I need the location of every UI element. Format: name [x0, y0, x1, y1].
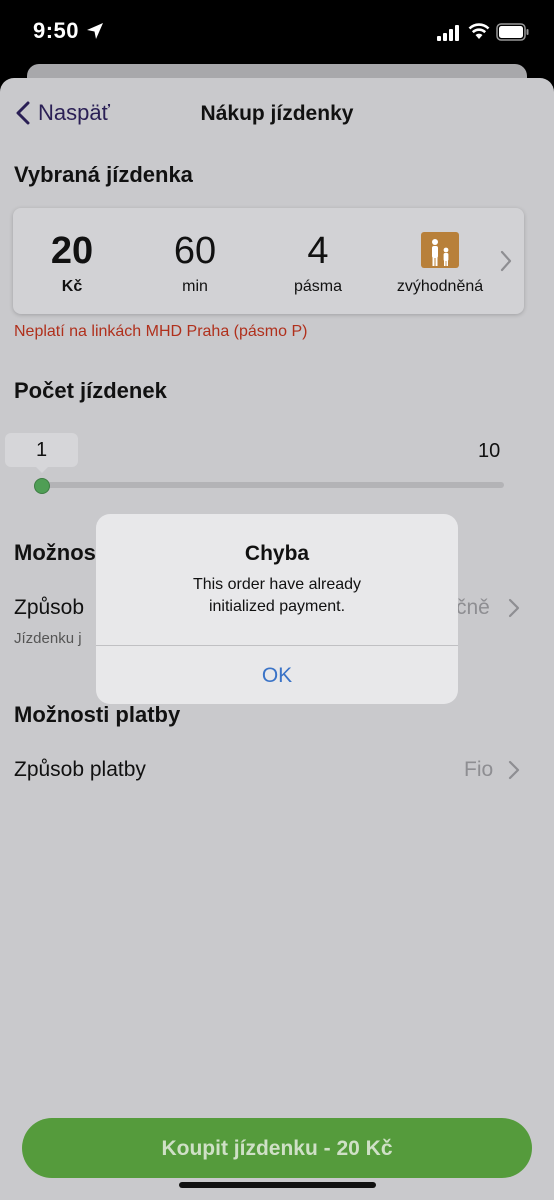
price-unit: Kč	[61, 278, 83, 295]
ticket-warning: Neplatí na linkách MHD Praha (pásmo P)	[14, 323, 308, 340]
ticket-card[interactable]: 20 Kč 60 min 4 pásma zvýhodněná	[13, 208, 524, 314]
delivery-options-heading: Možnos	[14, 540, 96, 565]
duration-column: 60 min	[140, 228, 250, 296]
selected-ticket-heading: Vybraná jízdenka	[14, 162, 193, 187]
chevron-right-icon	[500, 250, 512, 272]
alert-message-line2: initialized payment.	[208, 598, 346, 615]
price-column: 20 Kč	[17, 228, 127, 296]
status-bar: 9:50	[0, 0, 554, 66]
home-indicator	[179, 1182, 376, 1188]
buy-ticket-button[interactable]: Koupit jízdenku - 20 Kč	[22, 1118, 532, 1178]
wifi-icon	[468, 23, 490, 39]
alert-ok-button[interactable]: OK	[96, 646, 458, 704]
slider-max-label: 10	[478, 440, 501, 462]
payment-method-label[interactable]: Způsob platby	[14, 758, 146, 782]
alert-title: Chyba	[244, 542, 310, 565]
error-alert: Chyba This order have already initialize…	[96, 514, 458, 704]
price-value: 20	[50, 230, 94, 272]
duration-value: 60	[173, 230, 217, 272]
alert-message: This order have already initialized paym…	[96, 574, 458, 618]
battery-icon	[496, 23, 529, 41]
duration-unit: min	[182, 278, 208, 295]
delivery-method-subtitle: Jízdenku j	[14, 630, 82, 647]
page-title: Nákup jízdenky	[200, 102, 354, 125]
alert-message-line1: This order have already	[192, 576, 362, 593]
tariff-column: zvýhodněná	[385, 228, 495, 296]
cellular-signal-icon	[437, 25, 459, 41]
delivery-method-label[interactable]: Způsob	[14, 596, 84, 620]
chevron-right-icon	[508, 760, 520, 780]
slider-thumb[interactable]	[34, 478, 50, 494]
slider-value-bubble: 1	[5, 433, 78, 473]
status-time: 9:50	[33, 18, 80, 43]
payment-options-heading: Možnosti platby	[14, 702, 181, 727]
zones-value: 4	[307, 230, 329, 272]
ticket-count-slider[interactable]	[38, 482, 504, 488]
location-arrow-icon	[87, 23, 103, 39]
tariff-label: zvýhodněná	[396, 278, 484, 295]
chevron-right-icon	[508, 598, 520, 618]
family-icon	[421, 232, 459, 268]
zones-unit: pásma	[293, 278, 343, 295]
payment-method-value: Fio	[464, 758, 494, 781]
delivery-method-value: čně	[456, 596, 490, 619]
ticket-count-heading: Počet jízdenek	[14, 378, 167, 403]
zones-column: 4 pásma	[263, 228, 373, 296]
